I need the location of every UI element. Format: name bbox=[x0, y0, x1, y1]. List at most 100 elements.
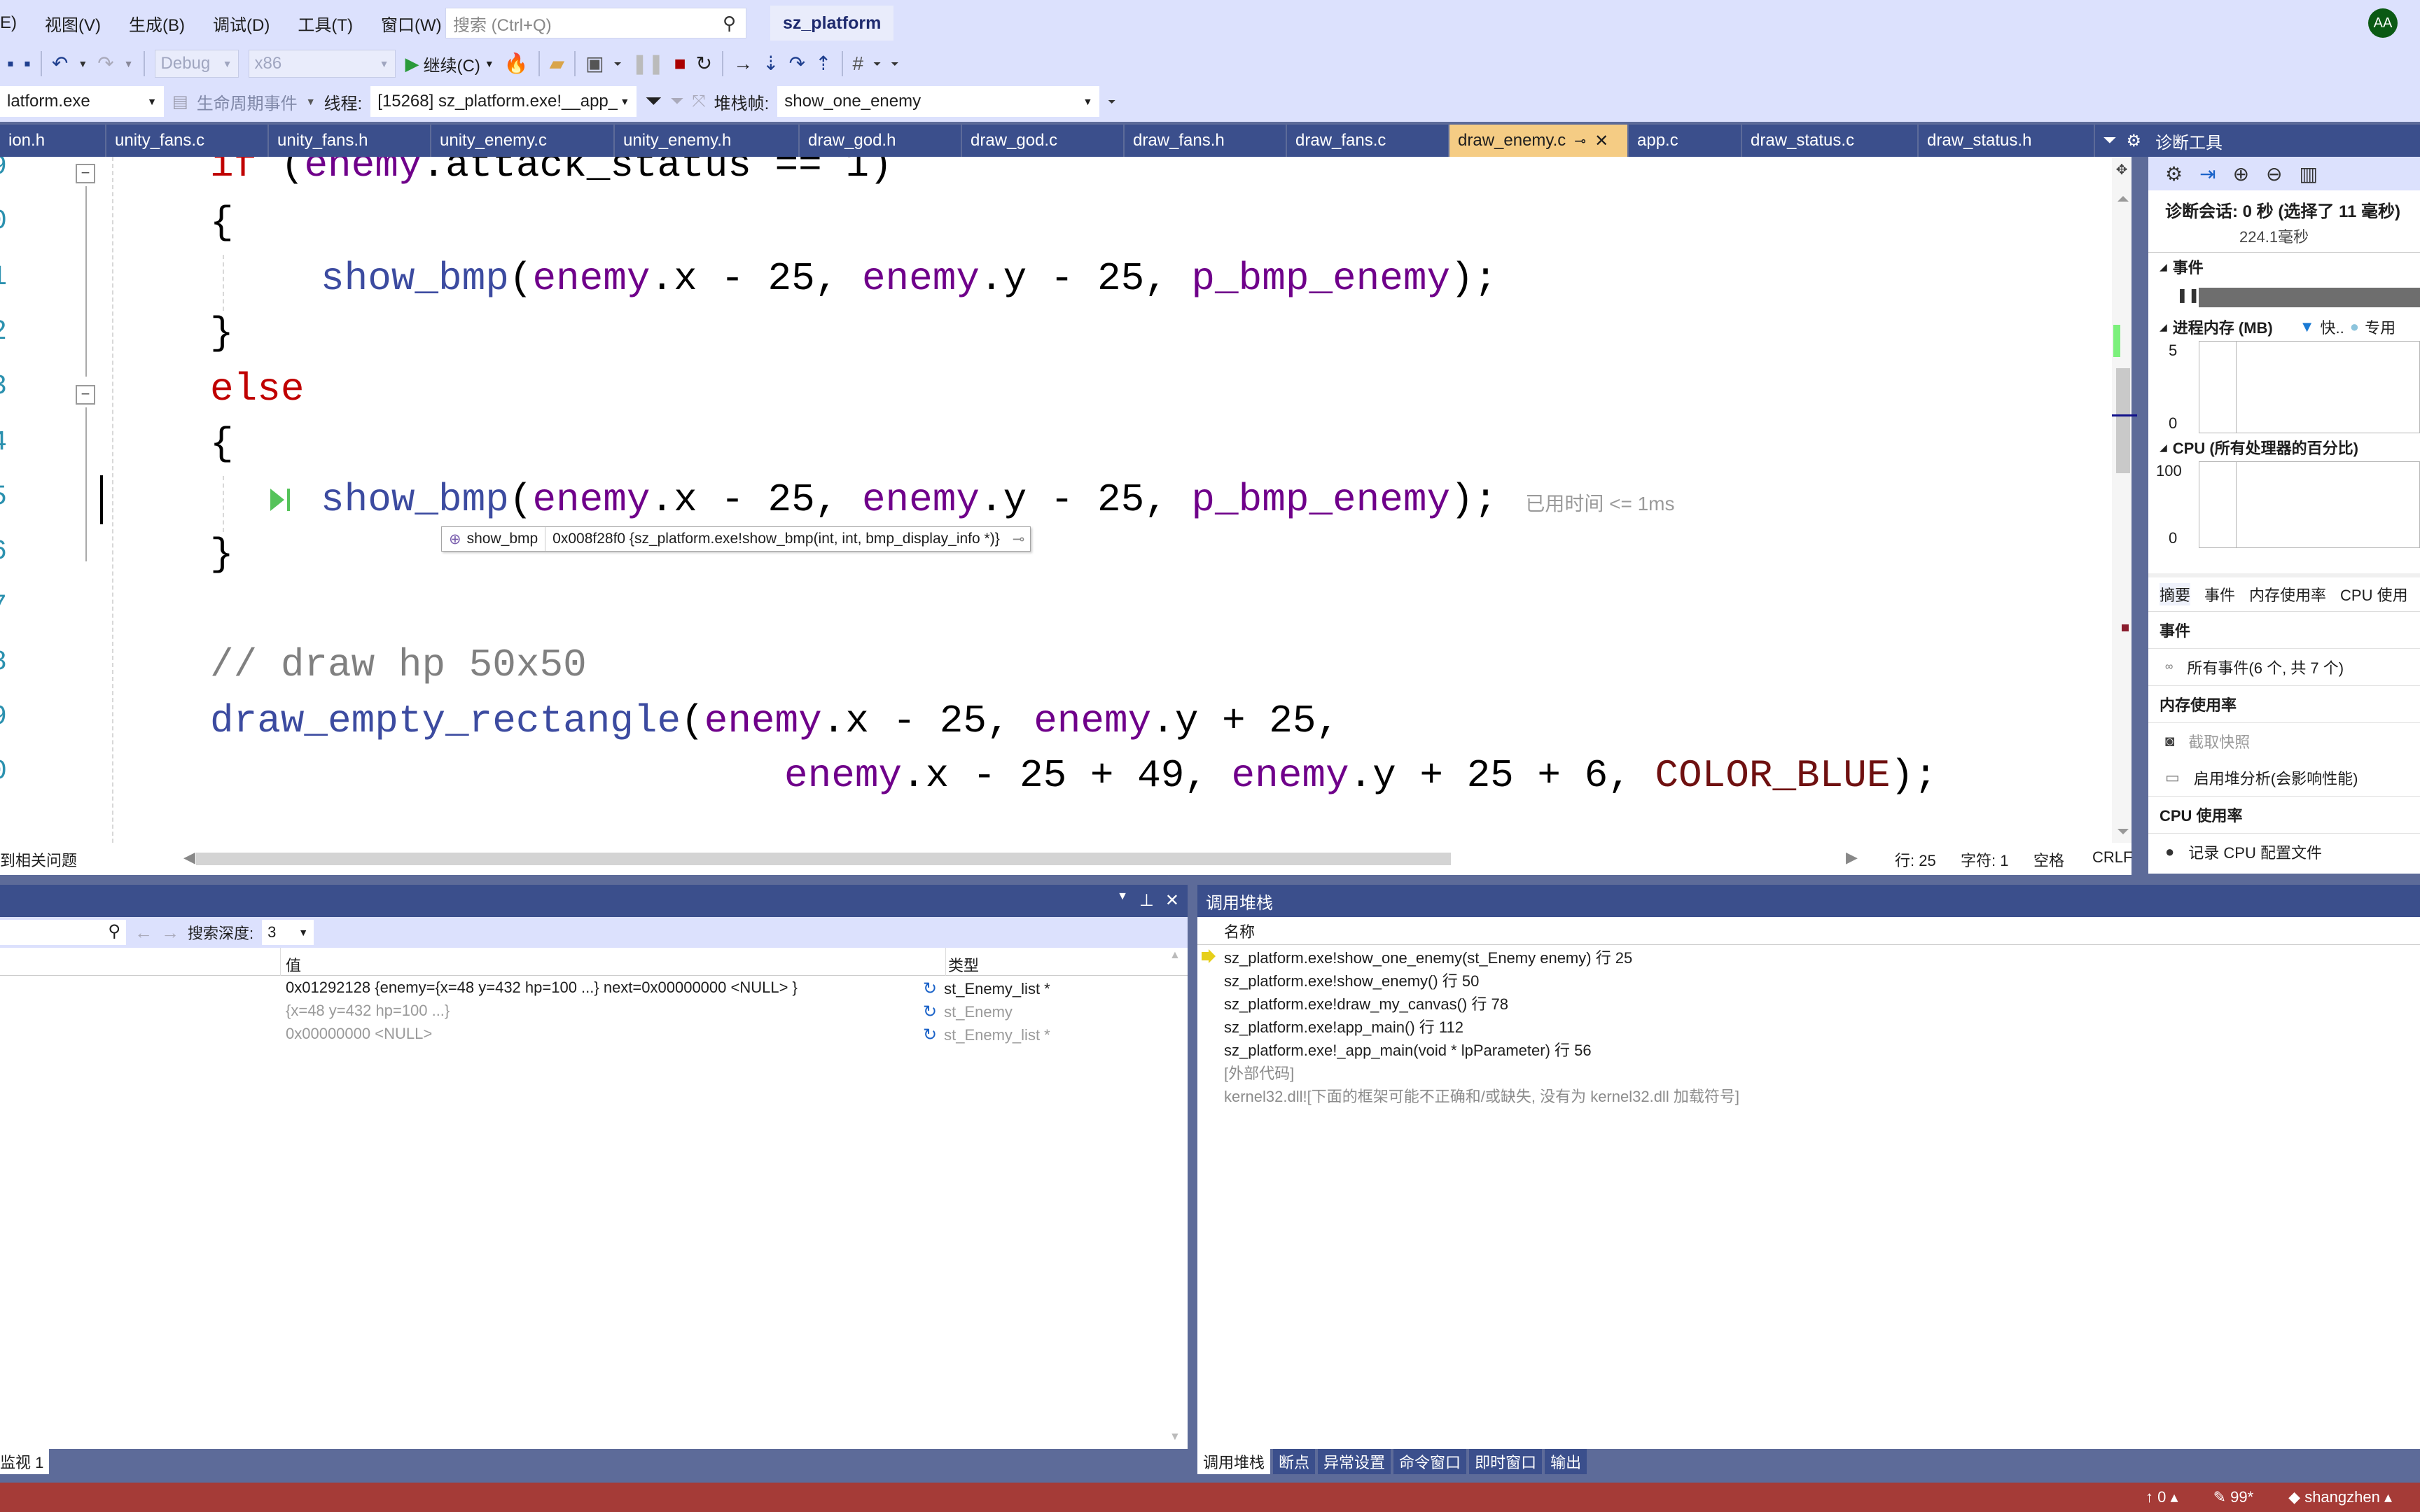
scroll-thumb[interactable] bbox=[2116, 368, 2130, 473]
scroll-up-icon[interactable] bbox=[2118, 196, 2129, 202]
tab-draw-fans-c[interactable]: draw_fans.c bbox=[1287, 125, 1449, 157]
gear-icon[interactable]: ⚙ bbox=[2126, 131, 2141, 151]
tab-breakpoints[interactable]: 断点 bbox=[1273, 1449, 1316, 1474]
menu-edit[interactable]: E) bbox=[0, 13, 31, 33]
take-snapshot-button[interactable]: ◙ 截取快照 bbox=[2148, 723, 2420, 760]
column-header-type[interactable]: 类型 bbox=[948, 953, 979, 976]
watch-row[interactable]: 0x01292128 {enemy={x=48 y=432 hp=100 ...… bbox=[0, 976, 1188, 999]
stop-icon[interactable]: ■ bbox=[674, 54, 686, 74]
all-events-link[interactable]: ∞ 所有事件(6 个, 共 7 个) bbox=[2148, 649, 2420, 686]
column-header-value[interactable]: 值 bbox=[286, 953, 301, 976]
avatar[interactable]: AA bbox=[2368, 8, 2398, 38]
process-select[interactable]: latform.exe ▼ bbox=[0, 86, 164, 117]
filter-clear-icon[interactable]: ⏷ bbox=[670, 92, 683, 111]
memory-section[interactable]: ◢ 进程内存 (MB) ▼ 快.. ● 专用 bbox=[2148, 313, 2420, 341]
watch-scroll-down-icon[interactable]: ▼ bbox=[1169, 1431, 1181, 1443]
tab-command-window[interactable]: 命令窗口 bbox=[1393, 1449, 1467, 1474]
hot-reload-icon[interactable]: 🔥 bbox=[504, 54, 529, 74]
tab-unity-fans-c[interactable]: unity_fans.c bbox=[106, 125, 269, 157]
close-icon[interactable]: ✕ bbox=[1594, 131, 1608, 151]
tab-draw-status-c[interactable]: draw_status.c bbox=[1742, 125, 1919, 157]
pin-icon[interactable]: ⊸ bbox=[1007, 531, 1031, 548]
refresh-icon[interactable]: ↻ bbox=[923, 979, 937, 999]
window-position-icon[interactable]: ▼ bbox=[1117, 890, 1128, 911]
whitespace-indicator[interactable]: 空格 bbox=[2033, 848, 2064, 871]
find-folder-icon[interactable]: ▰ bbox=[550, 54, 565, 74]
flag-threads-icon[interactable]: ⤧ bbox=[692, 92, 705, 111]
tab-draw-god-c[interactable]: draw_god.c bbox=[962, 125, 1125, 157]
step-out-icon[interactable]: ⇡ bbox=[815, 54, 831, 74]
panel-splitter[interactable] bbox=[0, 875, 2420, 885]
changes-indicator[interactable]: ✎ 99* bbox=[2213, 1488, 2254, 1506]
eol-indicator[interactable]: CRLF bbox=[2092, 848, 2132, 867]
redo-icon[interactable]: ↷ bbox=[97, 54, 113, 74]
tab-draw-status-h[interactable]: draw_status.h bbox=[1919, 125, 2095, 157]
tab-ion-h[interactable]: ion.h bbox=[0, 125, 106, 157]
line-indicator[interactable]: 行: 25 bbox=[1895, 848, 1936, 871]
search-depth-select[interactable]: 3 ▼ bbox=[262, 920, 314, 945]
column-header-name[interactable]: 名称 bbox=[1197, 917, 2420, 945]
tab-draw-fans-h[interactable]: draw_fans.h bbox=[1125, 125, 1287, 157]
back-icon[interactable]: ← bbox=[134, 922, 153, 944]
show-next-statement-icon[interactable]: → bbox=[733, 54, 753, 74]
watch-row[interactable]: {x=48 y=432 hp=100 ...} ↻ st_Enemy bbox=[0, 999, 1188, 1022]
config-select[interactable]: Debug ▼ bbox=[154, 50, 239, 78]
call-stack-frame[interactable]: sz_platform.exe!show_one_enemy(st_Enemy … bbox=[1197, 945, 2420, 968]
call-stack-frame[interactable]: kernel32.dll![下面的框架可能不正确和/或缺失, 没有为 kerne… bbox=[1197, 1084, 2420, 1107]
tab-draw-god-h[interactable]: draw_god.h bbox=[800, 125, 962, 157]
overflow-icon[interactable]: ⏷ bbox=[873, 59, 881, 69]
lifecycle-events-button[interactable]: 生命周期事件 bbox=[197, 90, 298, 114]
tab-exception-settings[interactable]: 异常设置 bbox=[1318, 1449, 1391, 1474]
app-window-icon[interactable]: ▣ bbox=[585, 54, 604, 74]
call-stack-frame[interactable]: sz_platform.exe!draw_my_canvas() 行 78 bbox=[1197, 991, 2420, 1014]
scroll-down-icon[interactable] bbox=[2118, 829, 2129, 834]
save-icon[interactable]: ▪ bbox=[7, 54, 14, 74]
split-editor-icon[interactable]: ✥ bbox=[2112, 161, 2132, 178]
filter-icon[interactable]: ⏷ bbox=[645, 90, 662, 113]
tab-summary[interactable]: 摘要 bbox=[2160, 583, 2191, 606]
chevron-down-icon[interactable]: ▼ bbox=[306, 96, 316, 107]
menu-view[interactable]: 视图(V) bbox=[31, 11, 115, 36]
zoom-in-icon[interactable]: ⊕ bbox=[2233, 162, 2249, 186]
tab-cpu-usage[interactable]: CPU 使用 bbox=[2340, 583, 2408, 606]
tab-output[interactable]: 输出 bbox=[1545, 1449, 1587, 1474]
branch-indicator[interactable]: ◆ shangzhen ▴ bbox=[2288, 1488, 2392, 1506]
issues-link[interactable]: 到相关问题 bbox=[0, 848, 77, 871]
watch-row[interactable]: 0x00000000 <NULL> ↻ st_Enemy_list * bbox=[0, 1022, 1188, 1045]
stackframe-select[interactable]: show_one_enemy ▼ bbox=[777, 86, 1100, 117]
collapse-toggle[interactable]: − bbox=[76, 164, 95, 183]
tab-app-c[interactable]: app.c bbox=[1629, 125, 1742, 157]
forward-icon[interactable]: → bbox=[161, 922, 179, 944]
refresh-icon[interactable]: ↻ bbox=[923, 1025, 937, 1045]
overflow-icon[interactable]: ⏷ bbox=[891, 59, 898, 69]
collapse-toggle[interactable]: − bbox=[76, 385, 95, 405]
undo-icon[interactable]: ↶ bbox=[52, 54, 68, 74]
menu-window[interactable]: 窗口(W) bbox=[367, 11, 456, 36]
platform-select[interactable]: x86 ▼ bbox=[248, 50, 396, 78]
search-input[interactable]: 搜索 (Ctrl+Q) ⚲ bbox=[445, 8, 746, 38]
close-icon[interactable]: ✕ bbox=[1165, 890, 1179, 911]
breakpoints-icon[interactable]: # bbox=[853, 54, 864, 74]
char-indicator[interactable]: 字符: 1 bbox=[1961, 848, 2008, 871]
refresh-icon[interactable]: ↻ bbox=[923, 1002, 937, 1022]
tab-list-icon[interactable]: ⏷ bbox=[2103, 131, 2116, 150]
tab-watch-1[interactable]: 监视 1 bbox=[0, 1449, 50, 1474]
step-over-icon[interactable]: ↷ bbox=[789, 54, 805, 74]
editor-horizontal-scrollbar[interactable] bbox=[196, 853, 1451, 865]
zoom-out-icon[interactable]: ⊖ bbox=[2266, 162, 2282, 186]
tab-unity-enemy-h[interactable]: unity_enemy.h bbox=[615, 125, 800, 157]
pin-icon[interactable]: ⊥ bbox=[1139, 890, 1154, 911]
scroll-left-icon[interactable]: ◀ bbox=[183, 848, 195, 867]
tab-events[interactable]: 事件 bbox=[2204, 583, 2235, 606]
gear-icon[interactable]: ⚙ bbox=[2165, 162, 2183, 186]
menu-tools[interactable]: 工具(T) bbox=[284, 11, 367, 36]
dropdown-icon[interactable]: ▼ bbox=[124, 59, 134, 69]
call-stack-frame[interactable]: sz_platform.exe!show_enemy() 行 50 bbox=[1197, 968, 2420, 991]
chart-help-icon[interactable]: ▥ bbox=[2300, 162, 2318, 186]
tab-immediate-window[interactable]: 即时窗口 bbox=[1469, 1449, 1543, 1474]
tab-call-stack[interactable]: 调用堆栈 bbox=[1197, 1449, 1271, 1474]
editor-vertical-scrollbar[interactable]: ✥ bbox=[2112, 157, 2137, 843]
watch-scroll-up-icon[interactable]: ▲ bbox=[1169, 949, 1181, 962]
call-stack-frame[interactable]: sz_platform.exe!app_main() 行 112 bbox=[1197, 1014, 2420, 1037]
dropdown-icon[interactable]: ▼ bbox=[78, 59, 88, 69]
